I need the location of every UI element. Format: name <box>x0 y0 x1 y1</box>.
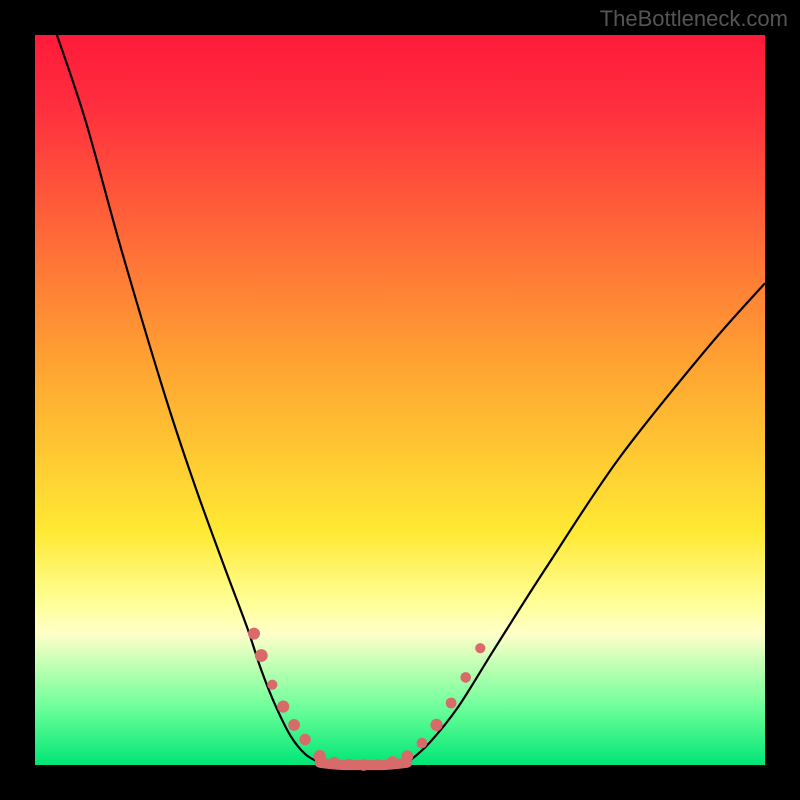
accent-dot <box>343 759 354 770</box>
accent-dot <box>277 701 289 713</box>
accent-dot <box>446 698 457 709</box>
right-branch-line <box>320 283 765 765</box>
accent-dots-group <box>248 628 485 771</box>
outer-frame: TheBottleneck.com <box>0 0 800 800</box>
accent-dot <box>267 680 277 690</box>
plot-area <box>35 35 765 765</box>
curve-svg <box>35 35 765 765</box>
accent-dot <box>401 750 413 762</box>
accent-dot <box>288 719 300 731</box>
accent-dot <box>417 738 428 749</box>
left-branch-line <box>57 35 407 765</box>
accent-dot <box>460 672 471 683</box>
accent-dot <box>387 756 399 768</box>
accent-dot <box>248 628 260 640</box>
accent-dot <box>329 757 340 768</box>
accent-dot <box>255 649 268 662</box>
accent-dot <box>358 759 370 771</box>
accent-dot <box>314 750 326 762</box>
accent-dot <box>430 719 442 731</box>
accent-dot <box>475 643 485 653</box>
watermark-text: TheBottleneck.com <box>600 6 788 32</box>
accent-dot <box>299 734 310 745</box>
accent-dot <box>373 759 383 769</box>
